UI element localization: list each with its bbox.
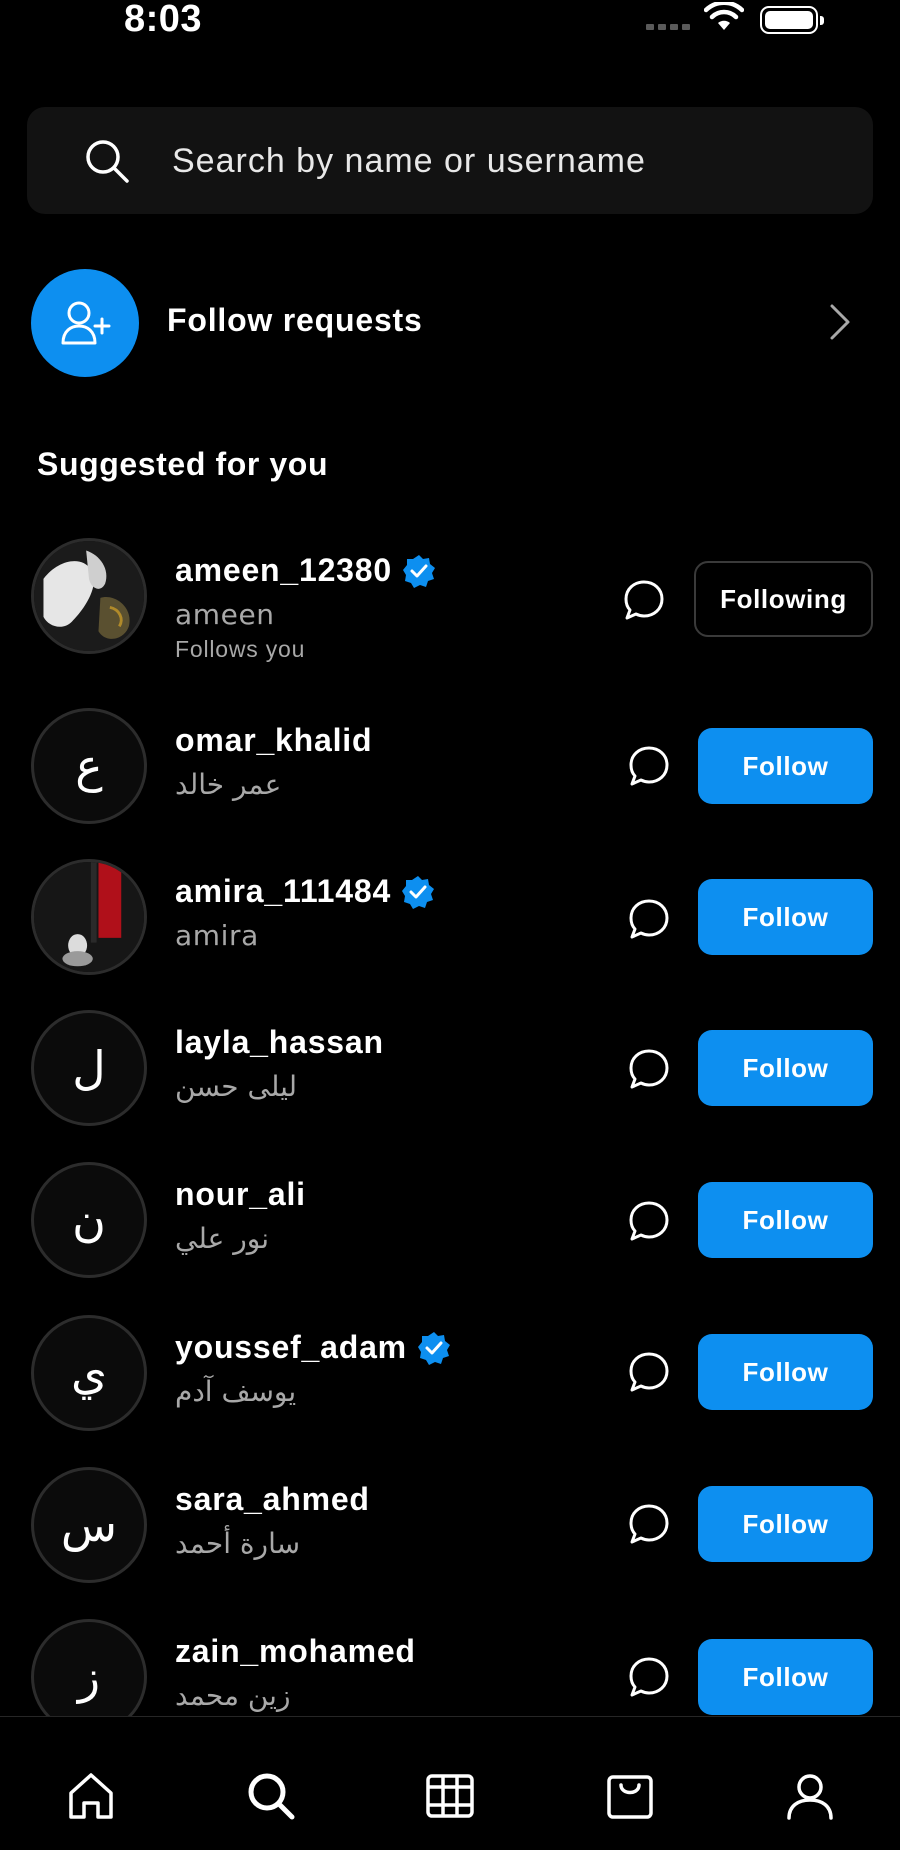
message-icon[interactable] (627, 1502, 671, 1546)
avatar[interactable] (31, 859, 147, 975)
status-time: 8:03 (124, 0, 203, 40)
full-name: ameen (175, 598, 275, 631)
search-icon (86, 140, 129, 183)
reels-icon[interactable] (425, 1771, 475, 1821)
message-icon[interactable] (627, 1350, 671, 1394)
username[interactable]: ameen_12380 (175, 552, 392, 589)
status-bar: 8:03 (0, 0, 900, 50)
username[interactable]: zain_mohamed (175, 1633, 416, 1670)
username[interactable]: nour_ali (175, 1176, 306, 1213)
verified-badge-icon (402, 875, 435, 909)
avatar-initial: ن (72, 1193, 106, 1247)
follow-button[interactable]: Follow (698, 1639, 873, 1715)
chevron-right-icon (830, 304, 850, 340)
avatar[interactable]: ل (31, 1010, 147, 1126)
avatar-photo (34, 541, 144, 651)
add-person-icon (61, 301, 111, 345)
full-name: زين محمد (175, 1679, 291, 1712)
follow-button[interactable]: Follow (698, 728, 873, 804)
username[interactable]: youssef_adam (175, 1329, 407, 1366)
avatar[interactable]: ن (31, 1162, 147, 1278)
message-icon[interactable] (627, 1655, 671, 1699)
full-name: amira (175, 919, 259, 952)
follow-button[interactable]: Follow (698, 879, 873, 955)
suggested-user-row[interactable]: ي youssef_adam يوسف آدم Follow (0, 1315, 900, 1445)
shop-icon[interactable] (605, 1771, 655, 1821)
username[interactable]: amira_111484 (175, 873, 391, 910)
cellular-signal-icon (646, 24, 690, 30)
verified-badge-icon (402, 554, 435, 588)
message-icon[interactable] (627, 897, 671, 941)
follow-requests-label: Follow requests (167, 302, 423, 338)
avatar-initial: ل (72, 1041, 106, 1095)
wifi-icon (704, 2, 744, 30)
avatar-photo (34, 862, 144, 972)
follows-you-label: Follows you (175, 636, 306, 662)
follow-button[interactable]: Follow (698, 1486, 873, 1562)
suggested-user-row[interactable]: ن nour_ali نور علي Follow (0, 1162, 900, 1292)
follow-requests-row[interactable]: Follow requests (0, 262, 900, 382)
avatar[interactable]: س (31, 1467, 147, 1583)
avatar-initial: ي (70, 1346, 107, 1400)
follow-requests-avatar (31, 269, 139, 377)
follow-button[interactable]: Follow (698, 1030, 873, 1106)
profile-icon[interactable] (785, 1771, 835, 1821)
avatar[interactable]: ي (31, 1315, 147, 1431)
full-name: يوسف آدم (175, 1375, 297, 1408)
suggested-user-row[interactable]: ع omar_khalid عمر خالد Follow (0, 708, 900, 838)
avatar[interactable]: ع (31, 708, 147, 824)
avatar[interactable] (31, 538, 147, 654)
battery-icon (760, 6, 824, 34)
message-icon[interactable] (627, 744, 671, 788)
message-icon[interactable] (627, 1199, 671, 1243)
username[interactable]: omar_khalid (175, 722, 372, 759)
full-name: عمر خالد (175, 768, 282, 801)
home-icon[interactable] (66, 1771, 116, 1821)
full-name: ليلى حسن (175, 1070, 298, 1103)
search-input[interactable] (172, 131, 852, 191)
section-title-suggested: Suggested for you (37, 446, 329, 482)
search-bar[interactable] (27, 107, 873, 214)
full-name: نور علي (175, 1222, 269, 1255)
follow-button[interactable]: Follow (698, 1334, 873, 1410)
suggested-user-row[interactable]: ameen_12380 ameen Follows you Following (0, 538, 900, 668)
username[interactable]: layla_hassan (175, 1024, 384, 1061)
message-icon[interactable] (622, 578, 666, 622)
avatar-initial: س (60, 1498, 118, 1552)
suggested-user-row[interactable]: amira_111484 amira Follow (0, 859, 900, 989)
follow-button[interactable]: Follow (698, 1182, 873, 1258)
message-icon[interactable] (627, 1047, 671, 1091)
suggested-user-row[interactable]: ل layla_hassan ليلى حسن Follow (0, 1010, 900, 1140)
explore-search-icon[interactable] (246, 1771, 296, 1821)
full-name: سارة أحمد (175, 1527, 301, 1560)
avatar-initial: ع (75, 739, 103, 793)
bottom-navigation (0, 1716, 900, 1850)
suggested-user-row[interactable]: س sara_ahmed سارة أحمد Follow (0, 1467, 900, 1597)
following-button[interactable]: Following (694, 561, 873, 637)
username[interactable]: sara_ahmed (175, 1481, 370, 1518)
verified-badge-icon (417, 1331, 450, 1365)
